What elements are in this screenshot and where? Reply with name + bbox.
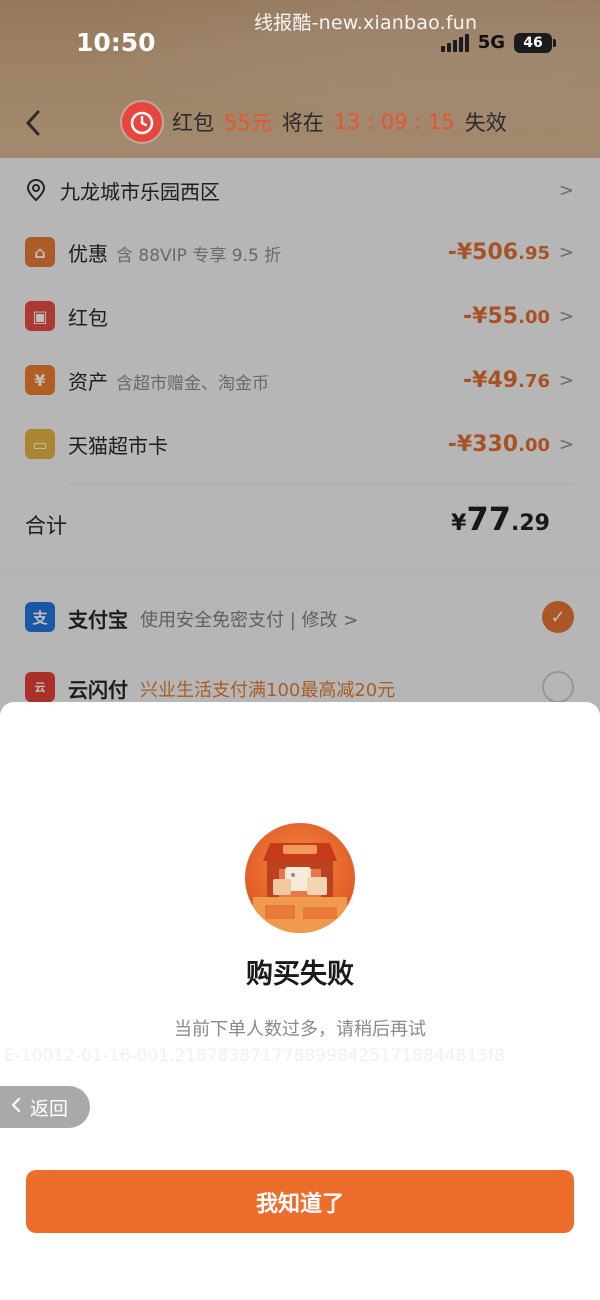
countdown-timer: 13 : 09 : 15 (333, 110, 455, 134)
back-label: 返回 (30, 1097, 69, 1120)
alarm-clock-icon (122, 102, 162, 142)
nav-bar: 红包 55元 将在 13 : 09 : 15 失效 (0, 100, 600, 148)
error-trace-text: E-10012-01-16-001.2187838717788998425171… (4, 1046, 505, 1066)
purchase-failed-dialog: 购买失败 当前下单人数过多，请稍后再试 E-10012-01-16-001.21… (0, 702, 600, 1300)
battery-icon: 46 (514, 32, 556, 53)
floating-back-button[interactable]: 返回 (0, 1086, 90, 1128)
store-illustration-icon (245, 823, 355, 933)
status-time: 10:50 (76, 28, 156, 57)
chevron-left-icon (10, 1096, 22, 1119)
dialog-message: 当前下单人数过多，请稍后再试 (174, 1019, 426, 1040)
red-packet-countdown: 红包 55元 将在 13 : 09 : 15 失效 (122, 102, 507, 142)
confirm-button[interactable]: 我知道了 (26, 1170, 574, 1233)
dialog-title: 购买失败 (246, 959, 354, 990)
signal-icon (440, 33, 469, 52)
countdown-suffix: 失效 (464, 111, 507, 135)
network-label: 5G (477, 32, 505, 53)
watermark-text: 线报酷-new.xianbao.fun (254, 12, 478, 34)
countdown-amount: 55元 (224, 111, 272, 135)
back-arrow-icon[interactable] (22, 108, 44, 138)
status-indicators: 5G 46 (440, 32, 556, 53)
countdown-middle: 将在 (281, 111, 324, 135)
countdown-prefix: 红包 (172, 111, 214, 135)
